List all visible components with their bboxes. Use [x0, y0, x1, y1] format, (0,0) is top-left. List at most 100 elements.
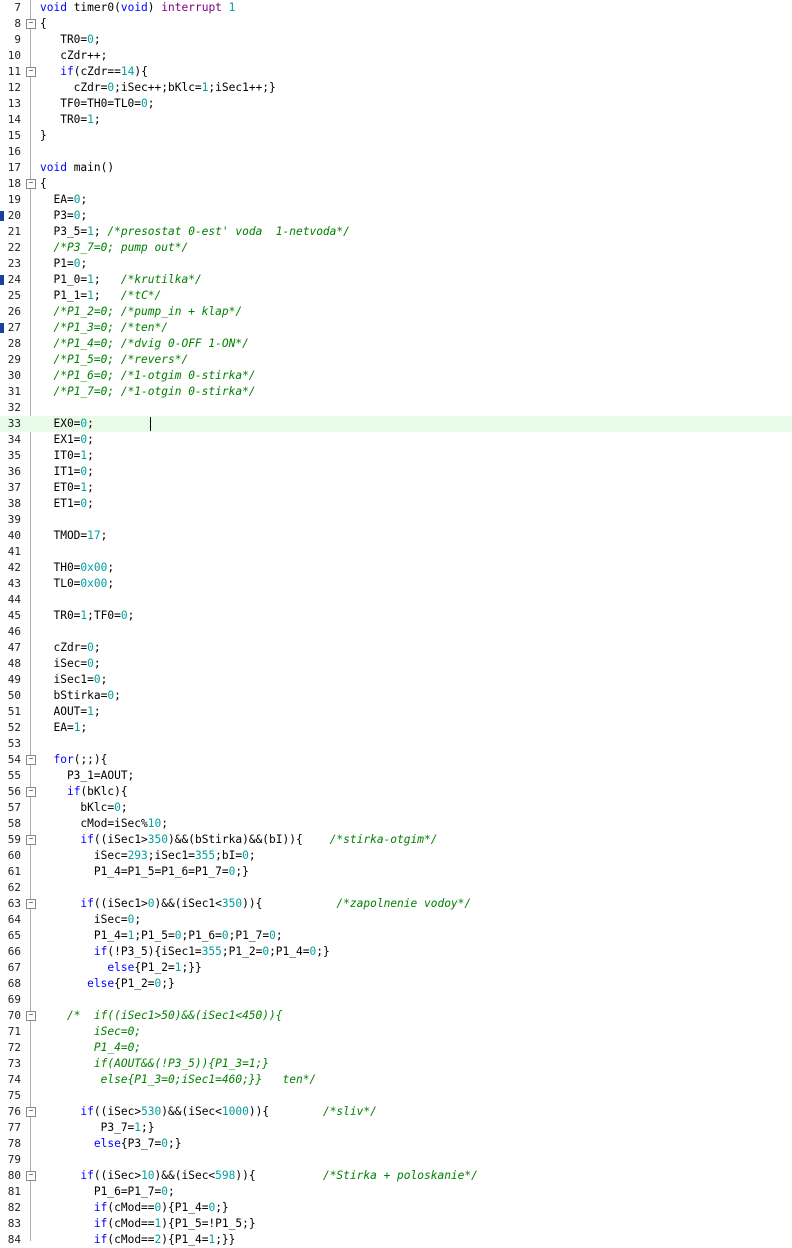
code-text[interactable]: TR0=1;TF0=0; [40, 608, 134, 624]
code-line[interactable]: 7 void timer0(void) interrupt 1 [0, 0, 792, 16]
code-line[interactable]: 83 if(cMod==1){P1_5=!P1_5;} [0, 1216, 792, 1232]
code-text[interactable]: cZdr=0;iSec++;bKlc=1;iSec1++;} [40, 80, 276, 96]
fold-toggle-icon[interactable] [26, 835, 36, 845]
code-text[interactable]: /*P1_3=0; /*ten*/ [40, 320, 168, 336]
code-line[interactable]: 21 P3_5=1; /*presostat 0-est' voda 1-net… [0, 224, 792, 240]
code-text[interactable]: P1_4=P1_5=P1_6=P1_7=0;} [40, 864, 249, 880]
code-line[interactable]: 12 cZdr=0;iSec++;bKlc=1;iSec1++;} [0, 80, 792, 96]
code-line[interactable]: 55 P3_1=AOUT; [0, 768, 792, 784]
fold-toggle-icon[interactable] [26, 1171, 36, 1181]
code-line[interactable]: 22 /*P3_7=0; pump out*/ [0, 240, 792, 256]
code-line[interactable]: 61 P1_4=P1_5=P1_6=P1_7=0;} [0, 864, 792, 880]
code-text[interactable]: P1_6=P1_7=0; [40, 1184, 175, 1200]
code-text[interactable]: P1=0; [40, 256, 87, 272]
fold-toggle-icon[interactable] [26, 67, 36, 77]
code-text[interactable]: ET0=1; [40, 480, 93, 496]
code-text[interactable]: cZdr=0; [40, 640, 100, 656]
fold-toggle-icon[interactable] [26, 755, 36, 765]
code-line[interactable]: 50 bStirka=0; [0, 688, 792, 704]
code-text[interactable]: iSec=0; [40, 1024, 141, 1040]
code-line[interactable]: 39 [0, 512, 792, 528]
code-line[interactable]: 62 [0, 880, 792, 896]
code-line[interactable]: 75 [0, 1088, 792, 1104]
fold-toggle-icon[interactable] [26, 179, 36, 189]
code-text[interactable]: if(cMod==0){P1_4=0;} [40, 1200, 229, 1216]
code-line[interactable]: 34 EX1=0; [0, 432, 792, 448]
code-line[interactable]: 48 iSec=0; [0, 656, 792, 672]
code-text[interactable]: P3_1=AOUT; [40, 768, 134, 784]
code-line[interactable]: 74 else{P1_3=0;iSec1=460;}} ten*/ [0, 1072, 792, 1088]
code-line[interactable]: 13 TF0=TH0=TL0=0; [0, 96, 792, 112]
code-text[interactable]: if((iSec1>0)&&(iSec1<350)){ /*zapolnenie… [40, 896, 471, 912]
code-text[interactable]: EA=1; [40, 720, 87, 736]
code-text[interactable]: TR0=0; [40, 32, 100, 48]
code-text[interactable]: P1_0=1; /*krutilka*/ [40, 272, 201, 288]
code-text[interactable]: TH0=0x00; [40, 560, 114, 576]
code-text[interactable]: bStirka=0; [40, 688, 120, 704]
code-text[interactable]: IT1=0; [40, 464, 93, 480]
code-text[interactable]: cZdr++; [40, 48, 107, 64]
code-line[interactable]: 79 [0, 1152, 792, 1168]
code-text[interactable]: /*P1_7=0; /*1-otgin 0-stirka*/ [40, 384, 255, 400]
code-line[interactable]: 53 [0, 736, 792, 752]
code-line[interactable]: 52 EA=1; [0, 720, 792, 736]
code-line[interactable]: 58 cMod=iSec%10; [0, 816, 792, 832]
code-line[interactable]: 43 TL0=0x00; [0, 576, 792, 592]
code-text[interactable]: P3_7=1;} [40, 1120, 155, 1136]
code-line[interactable]: 70 /* if((iSec1>50)&&(iSec1<450)){ [0, 1008, 792, 1024]
code-line[interactable]: 38 ET1=0; [0, 496, 792, 512]
code-text[interactable]: if(cMod==2){P1_4=1;}} [40, 1232, 236, 1248]
code-text[interactable]: TF0=TH0=TL0=0; [40, 96, 154, 112]
code-line[interactable]: 73 if(AOUT&&(!P3_5)){P1_3=1;} [0, 1056, 792, 1072]
code-line[interactable]: 24 P1_0=1; /*krutilka*/ [0, 272, 792, 288]
code-text[interactable]: /*P1_6=0; /*1-otgim 0-stirka*/ [40, 368, 255, 384]
code-line[interactable]: 45 TR0=1;TF0=0; [0, 608, 792, 624]
code-line[interactable]: 14 TR0=1; [0, 112, 792, 128]
code-line[interactable]: 26 /*P1_2=0; /*pump_in + klap*/ [0, 304, 792, 320]
code-text[interactable]: if((iSec1>350)&&(bStirka)&&(bI)){ /*stir… [40, 832, 437, 848]
code-text[interactable]: iSec=293;iSec1=355;bI=0; [40, 848, 256, 864]
code-editor[interactable]: 7void timer0(void) interrupt 18{9 TR0=0;… [0, 0, 792, 1246]
code-text[interactable]: iSec=0; [40, 656, 100, 672]
code-line[interactable]: 63 if((iSec1>0)&&(iSec1<350)){ /*zapolne… [0, 896, 792, 912]
code-text[interactable]: { [40, 16, 47, 32]
code-line[interactable]: 68 else{P1_2=0;} [0, 976, 792, 992]
code-text[interactable]: /*P1_2=0; /*pump_in + klap*/ [40, 304, 242, 320]
code-text[interactable]: void main() [40, 160, 114, 176]
code-text[interactable]: cMod=iSec%10; [40, 816, 168, 832]
code-text[interactable]: AOUT=1; [40, 704, 100, 720]
code-text[interactable]: IT0=1; [40, 448, 93, 464]
code-line[interactable]: 46 [0, 624, 792, 640]
code-line[interactable]: 10 cZdr++; [0, 48, 792, 64]
code-line[interactable]: 11 if(cZdr==14){ [0, 64, 792, 80]
code-text[interactable]: TMOD=17; [40, 528, 107, 544]
code-line[interactable]: 8{ [0, 16, 792, 32]
code-line[interactable]: 30 /*P1_6=0; /*1-otgim 0-stirka*/ [0, 368, 792, 384]
code-line[interactable]: 84 if(cMod==2){P1_4=1;}} [0, 1232, 792, 1248]
code-line[interactable]: 18 { [0, 176, 792, 192]
code-line[interactable]: 81 P1_6=P1_7=0; [0, 1184, 792, 1200]
code-text[interactable]: else{P3_7=0;} [40, 1136, 182, 1152]
code-line[interactable]: 31 /*P1_7=0; /*1-otgin 0-stirka*/ [0, 384, 792, 400]
code-line[interactable]: 51 AOUT=1; [0, 704, 792, 720]
code-line[interactable]: 59 if((iSec1>350)&&(bStirka)&&(bI)){ /*s… [0, 832, 792, 848]
code-text[interactable]: bKlc=0; [40, 800, 127, 816]
code-line[interactable]: 47 cZdr=0; [0, 640, 792, 656]
code-line[interactable]: 25 P1_1=1; /*tC*/ [0, 288, 792, 304]
code-text[interactable]: { [40, 176, 47, 192]
code-line[interactable]: 64 iSec=0; [0, 912, 792, 928]
code-line[interactable]: 15} [0, 128, 792, 144]
code-line[interactable]: 78 else{P3_7=0;} [0, 1136, 792, 1152]
fold-toggle-icon[interactable] [26, 19, 36, 29]
code-line[interactable]: 29 /*P1_5=0; /*revers*/ [0, 352, 792, 368]
code-text[interactable]: iSec=0; [40, 912, 141, 928]
fold-toggle-icon[interactable] [26, 787, 36, 797]
code-line[interactable]: 77 P3_7=1;} [0, 1120, 792, 1136]
code-text[interactable]: if((iSec>10)&&(iSec<598)){ /*Stirka + po… [40, 1168, 477, 1184]
code-text[interactable]: for(;;){ [40, 752, 107, 768]
code-line[interactable]: 57 bKlc=0; [0, 800, 792, 816]
code-line[interactable]: 33 EX0=0; [0, 416, 792, 432]
code-line[interactable]: 72 P1_4=0; [0, 1040, 792, 1056]
code-line[interactable]: 16 [0, 144, 792, 160]
code-line[interactable]: 44 [0, 592, 792, 608]
